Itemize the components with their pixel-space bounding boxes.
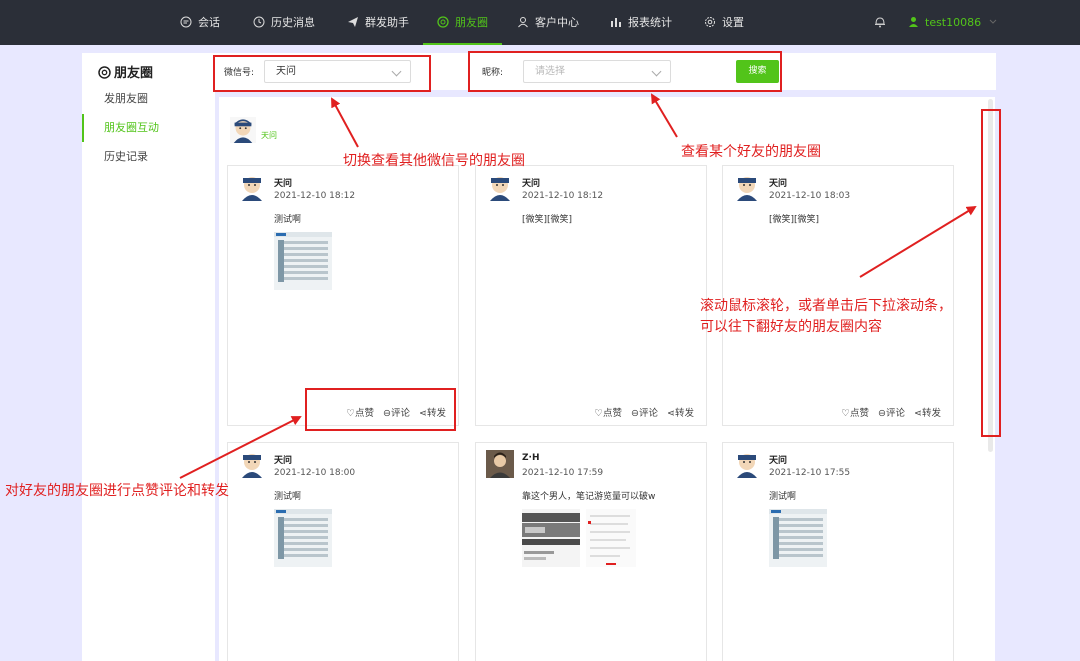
annotation-view-friend: 查看某个好友的朋友圈	[681, 144, 821, 160]
arrow-scrollbar	[859, 205, 977, 278]
annotation-interact: 对好友的朋友圈进行点赞评论和转发	[5, 483, 229, 499]
arrow-wechat	[331, 97, 359, 148]
annotation-arrows	[179, 93, 977, 479]
arrow-nickname	[650, 93, 678, 138]
arrow-actions	[179, 416, 302, 479]
annotation-scroll-line1: 滚动鼠标滚轮，或者单击后下拉滚动条，	[700, 298, 952, 314]
annotation-scroll-line2: 可以往下翻好友的朋友圈内容	[700, 319, 882, 335]
annotation-switch-account: 切换查看其他微信号的朋友圈	[343, 153, 525, 169]
